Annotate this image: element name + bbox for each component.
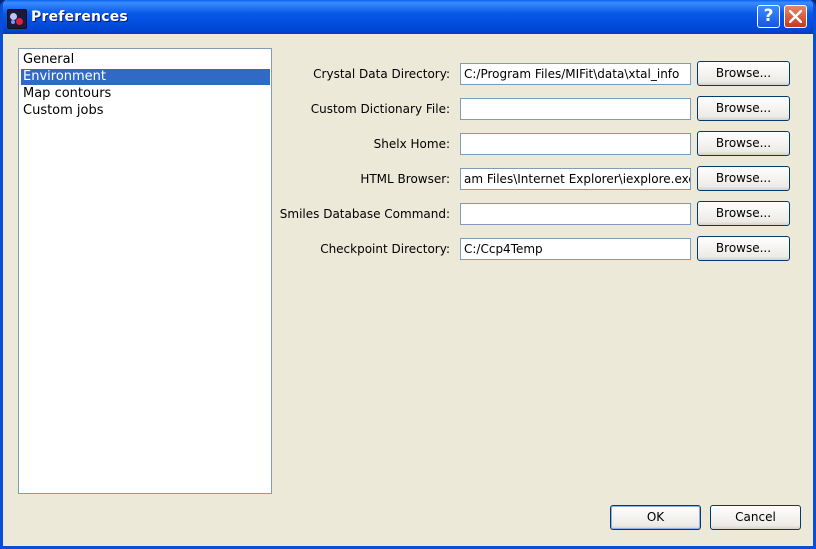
smiles-database-command-browse-button[interactable]: Browse... [697, 201, 790, 226]
category-item-general[interactable]: General [21, 52, 270, 68]
crystal-data-directory-browse-button[interactable]: Browse... [697, 61, 790, 86]
html-browser-label: HTML Browser: [360, 172, 450, 186]
shelx-home-browse-button[interactable]: Browse... [697, 131, 790, 156]
category-item-environment[interactable]: Environment [21, 69, 270, 85]
html-browser-browse-button[interactable]: Browse... [697, 166, 790, 191]
close-icon [789, 10, 802, 23]
shelx-home-label: Shelx Home: [373, 137, 450, 151]
window-title: Preferences [31, 9, 128, 25]
smiles-database-command-label: Smiles Database Command: [279, 207, 450, 221]
custom-dictionary-file-field[interactable] [460, 98, 691, 120]
crystal-data-directory-label: Crystal Data Directory: [313, 67, 450, 81]
shelx-home-field[interactable] [460, 133, 691, 155]
category-item-custom-jobs[interactable]: Custom jobs [21, 103, 270, 119]
title-bar[interactable]: Preferences ? [3, 0, 813, 34]
ok-button[interactable]: OK [610, 505, 701, 530]
preferences-dialog: Preferences ? General Environment Map co… [0, 0, 816, 549]
checkpoint-directory-field[interactable]: C:/Ccp4Temp [460, 238, 691, 260]
crystal-data-directory-field[interactable]: C:/Program Files/MIFit\data\xtal_info [460, 63, 691, 85]
custom-dictionary-file-browse-button[interactable]: Browse... [697, 96, 790, 121]
checkpoint-directory-browse-button[interactable]: Browse... [697, 236, 790, 261]
smiles-database-command-field[interactable] [460, 203, 691, 225]
checkpoint-directory-label: Checkpoint Directory: [320, 242, 450, 256]
category-item-map-contours[interactable]: Map contours [21, 86, 270, 102]
help-button[interactable]: ? [757, 5, 780, 28]
html-browser-field[interactable]: am Files\Internet Explorer\iexplore.exe [460, 168, 691, 190]
app-icon [7, 9, 27, 29]
cancel-button[interactable]: Cancel [710, 505, 801, 530]
custom-dictionary-file-label: Custom Dictionary File: [310, 102, 450, 116]
category-list[interactable]: General Environment Map contours Custom … [18, 48, 272, 494]
close-button[interactable] [784, 5, 807, 28]
